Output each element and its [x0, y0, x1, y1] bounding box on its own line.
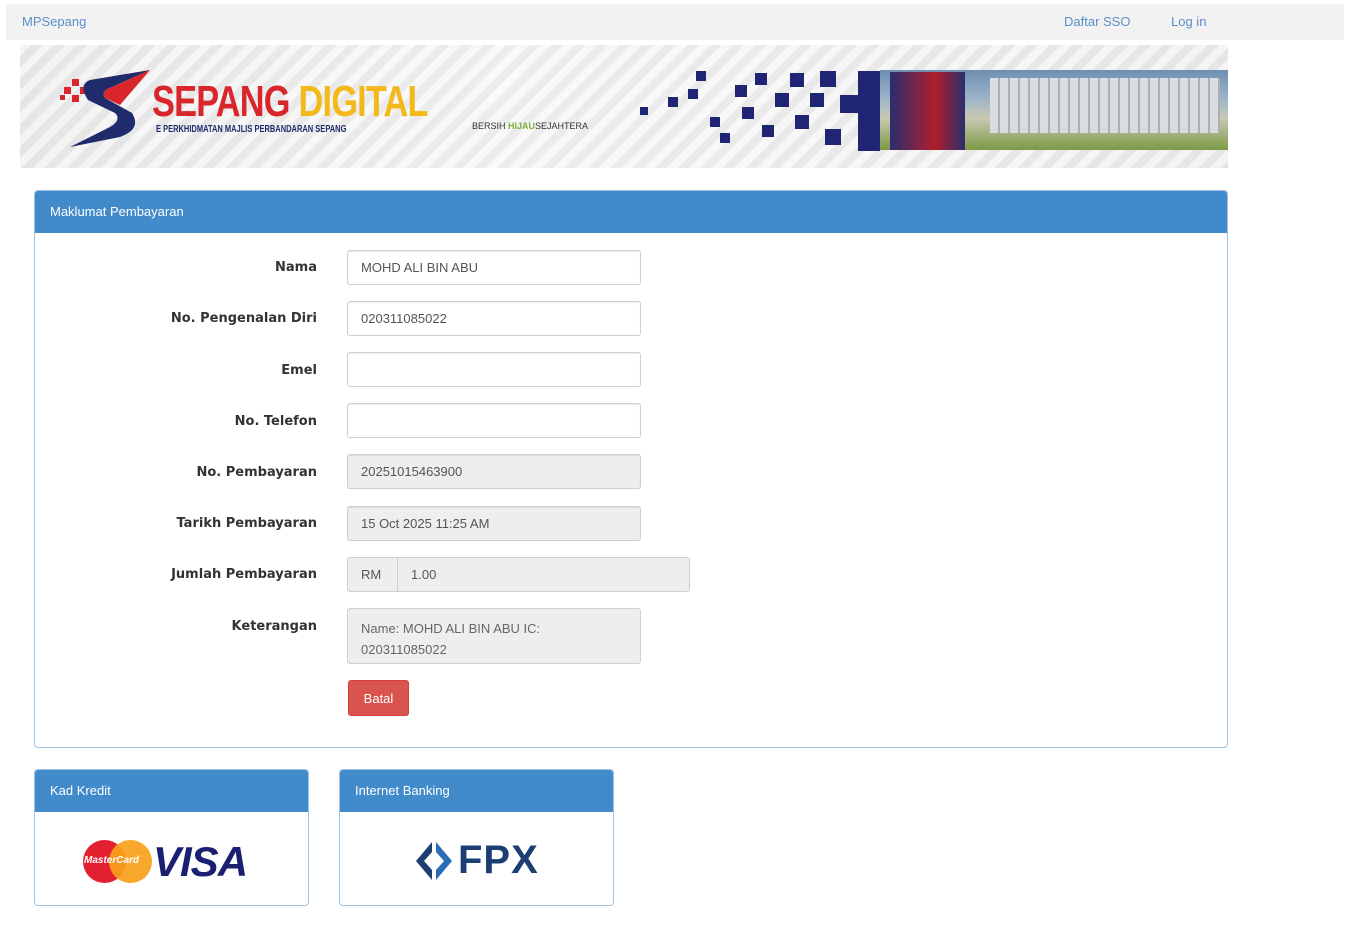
header-banner: SEPANG DIGITAL E PERKHIDMATAN MAJLIS PER… [20, 45, 1228, 168]
banner-pixel-decoration [640, 107, 648, 115]
payment-details-heading: Maklumat Pembayaran [35, 191, 1227, 233]
banner-pixel-decoration [825, 129, 841, 145]
banner-pixel-decoration [696, 71, 706, 81]
banner-title-sepang: SEPANG [152, 77, 290, 126]
banner-pixel-decoration [775, 93, 789, 107]
credit-card-panel[interactable]: Kad Kredit MasterCard VISA [34, 769, 309, 906]
banner-pixel-decoration [710, 117, 720, 127]
banner-pixel-decoration [840, 95, 858, 113]
fpx-icon [416, 842, 452, 880]
phone-input[interactable] [347, 403, 641, 438]
payment-amount-group: RM 1.00 [347, 557, 690, 592]
banner-pixel-decoration [762, 125, 774, 137]
banner-pixel-decoration [720, 133, 730, 143]
internet-banking-heading: Internet Banking [340, 770, 613, 812]
banner-pixel-decoration [755, 73, 767, 85]
email-input[interactable] [347, 352, 641, 387]
top-navbar: MPSepang Daftar SSO Log in [6, 4, 1344, 40]
nama-label: Nama [275, 260, 317, 275]
ic-label: No. Pengenalan Diri [170, 311, 317, 326]
credit-card-heading: Kad Kredit [35, 770, 308, 812]
visa-logo: VISA [153, 838, 248, 885]
fpx-logo-area[interactable]: FPX [340, 812, 613, 905]
payment-date-field: 15 Oct 2025 11:25 AM [347, 506, 641, 541]
banner-pixel-decoration [742, 107, 754, 119]
motto-sejahtera: SEJAHTERA [535, 121, 589, 131]
phone-label: No. Telefon [234, 414, 317, 429]
banner-pixel-decoration [795, 115, 809, 129]
email-label: Emel [281, 363, 317, 378]
payment-date-label: Tarikh Pembayaran [176, 516, 317, 531]
banner-title-digital: DIGITAL [298, 77, 428, 126]
brand-link[interactable]: MPSepang [22, 14, 86, 29]
nama-input[interactable]: MOHD ALI BIN ABU [347, 250, 641, 285]
payment-amount-field: 1.00 [397, 557, 690, 592]
banner-pixel-decoration [790, 73, 804, 87]
banner-motto: BERSIH HIJAUSEJAHTERA [472, 121, 588, 131]
cancel-button[interactable]: Batal [348, 680, 409, 716]
login-link[interactable]: Log in [1171, 14, 1206, 29]
internet-banking-panel[interactable]: Internet Banking FPX [339, 769, 614, 906]
banner-pixel-decoration [735, 85, 747, 97]
banner-pixel-decoration [858, 71, 880, 151]
banner-pixel-decoration [820, 71, 836, 87]
register-sso-link[interactable]: Daftar SSO [1064, 14, 1130, 29]
banner-subtitle: E PERKHIDMATAN MAJLIS PERBANDARAN SEPANG [156, 124, 347, 135]
payment-number-label: No. Pembayaran [196, 465, 317, 480]
payment-number-field: 20251015463900 [347, 454, 641, 489]
photo-building-left [890, 72, 965, 150]
fpx-logo: FPX [458, 838, 539, 882]
mastercard-label: MasterCard [84, 855, 140, 866]
photo-building-main [990, 78, 1220, 133]
description-label: Keterangan [231, 619, 317, 634]
municipal-building-photo [880, 70, 1228, 150]
credit-card-logos[interactable]: MasterCard VISA [35, 812, 308, 905]
banner-title: SEPANG DIGITAL [152, 77, 429, 127]
motto-bersih: BERSIH [472, 121, 506, 131]
banner-pixel-decoration [688, 89, 698, 99]
banner-pixel-decoration [668, 97, 678, 107]
payment-amount-label: Jumlah Pembayaran [171, 567, 317, 582]
description-textarea: Name: MOHD ALI BIN ABU IC: 020311085022 [347, 608, 641, 664]
banner-pixel-decoration [810, 93, 824, 107]
ic-input[interactable]: 020311085022 [347, 301, 641, 336]
currency-addon: RM [347, 557, 398, 592]
motto-hijau: HIJAU [508, 121, 536, 131]
sepang-logo-icon [60, 70, 150, 147]
